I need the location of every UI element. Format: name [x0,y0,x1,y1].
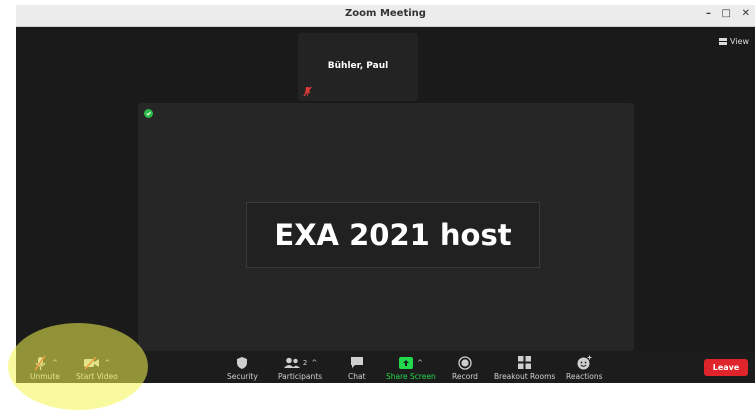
unmute-button[interactable]: ^ Unmute [30,354,60,381]
record-label: Record [452,372,478,381]
share-screen-label: Share Screen [386,372,436,381]
security-label: Security [227,372,258,381]
reactions-icon [577,355,592,370]
view-label: View [730,37,749,46]
maximize-button[interactable]: □ [722,8,731,19]
shield-icon [237,356,248,369]
title-bar: Zoom Meeting – □ ✕ [16,5,755,27]
participants-icon [283,357,300,368]
microphone-muted-icon [303,86,312,97]
start-video-label: Start Video [76,372,118,381]
grid-view-icon [719,38,728,45]
breakout-rooms-icon [518,356,532,369]
meeting-toolbar: ^ Unmute ^ Start Video Security 2 ^ Part… [16,351,755,383]
breakout-rooms-label: Breakout Rooms [494,372,556,381]
share-options-caret[interactable]: ^ [417,359,423,367]
participant-name: Bühler, Paul [327,61,389,71]
record-icon [458,355,472,370]
start-video-button[interactable]: ^ Start Video [76,354,118,381]
video-off-icon [84,355,100,370]
view-button[interactable]: View [719,37,749,46]
participants-options-caret[interactable]: ^ [311,359,317,367]
share-screen-icon [398,356,413,369]
participants-button[interactable]: 2 ^ Participants [278,354,322,381]
minimize-button[interactable]: – [706,8,711,19]
reactions-label: Reactions [566,372,603,381]
record-button[interactable]: Record [452,354,478,381]
host-name-display: EXA 2021 host [246,202,540,268]
reactions-button[interactable]: Reactions [566,354,602,381]
breakout-rooms-button[interactable]: Breakout Rooms [494,354,555,381]
shield-icon [144,109,153,118]
meeting-area: View Bühler, Paul EXA 2021 host [16,27,755,351]
share-screen-button[interactable]: ^ Share Screen [386,354,436,381]
leave-button[interactable]: Leave [704,359,748,376]
chat-label: Chat [348,372,366,381]
participants-label: Participants [278,372,323,381]
participant-tile[interactable]: Bühler, Paul [298,33,418,101]
chat-bubble-icon [350,357,363,368]
microphone-muted-icon [34,355,46,370]
participant-count: 2 [302,358,308,367]
unmute-label: Unmute [30,372,60,381]
window-title: Zoom Meeting [345,8,426,19]
zoom-window: Zoom Meeting – □ ✕ View Bühler, Paul EXA… [16,5,755,383]
close-button[interactable]: ✕ [742,8,750,19]
chat-button[interactable]: Chat [348,354,366,381]
video-options-caret[interactable]: ^ [104,359,110,367]
security-button[interactable]: Security [227,354,258,381]
unmute-options-caret[interactable]: ^ [52,359,58,367]
main-video-tile: EXA 2021 host [138,103,634,351]
